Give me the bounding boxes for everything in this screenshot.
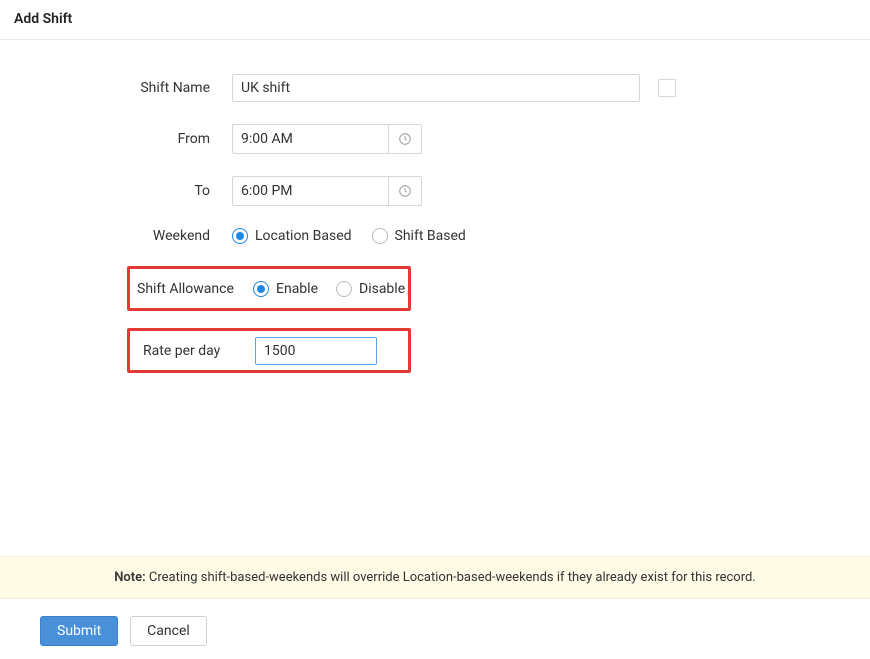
shift-allowance-highlight: Shift Allowance Enable Disable — [127, 266, 411, 311]
weekend-shift-radio[interactable]: Shift Based — [372, 228, 466, 244]
cancel-button[interactable]: Cancel — [130, 616, 207, 646]
rate-per-day-input[interactable] — [255, 337, 377, 365]
shift-name-label: Shift Name — [0, 80, 232, 96]
to-time-input[interactable] — [232, 176, 388, 206]
shift-allowance-disable-radio[interactable]: Disable — [336, 281, 405, 297]
note-text: Creating shift-based-weekends will overr… — [146, 570, 756, 585]
note-prefix: Note: — [114, 570, 145, 585]
add-shift-form: Shift Name From To — [0, 40, 870, 244]
to-time-group — [232, 176, 422, 206]
from-time-input[interactable] — [232, 124, 388, 154]
note-bar: Note: Creating shift-based-weekends will… — [0, 556, 870, 599]
weekend-shift-label: Shift Based — [395, 228, 466, 244]
from-label: From — [0, 131, 232, 147]
shift-allowance-label: Shift Allowance — [130, 281, 235, 297]
clock-icon — [398, 184, 412, 198]
footer-actions: Submit Cancel — [0, 616, 870, 646]
to-clock-button[interactable] — [388, 176, 422, 206]
radio-icon — [232, 228, 248, 244]
from-time-group — [232, 124, 422, 154]
to-label: To — [0, 183, 232, 199]
rate-per-day-label: Rate per day — [130, 343, 235, 359]
radio-icon — [253, 281, 269, 297]
to-row: To — [0, 176, 870, 206]
shift-name-checkbox[interactable] — [658, 79, 676, 97]
shift-allowance-radio-group: Enable Disable — [235, 281, 408, 297]
from-clock-button[interactable] — [388, 124, 422, 154]
page-title: Add Shift — [14, 11, 856, 27]
shift-allowance-disable-label: Disable — [359, 281, 405, 297]
clock-icon — [398, 132, 412, 146]
weekend-label: Weekend — [0, 228, 232, 244]
weekend-location-radio[interactable]: Location Based — [232, 228, 352, 244]
radio-icon — [336, 281, 352, 297]
shift-allowance-enable-label: Enable — [276, 281, 318, 297]
shift-allowance-enable-radio[interactable]: Enable — [253, 281, 318, 297]
radio-icon — [372, 228, 388, 244]
weekend-radio-group: Location Based Shift Based — [232, 228, 466, 244]
page-header: Add Shift — [0, 0, 870, 40]
weekend-location-label: Location Based — [255, 228, 352, 244]
weekend-row: Weekend Location Based Shift Based — [0, 228, 870, 244]
rate-per-day-highlight: Rate per day — [127, 328, 411, 373]
submit-button[interactable]: Submit — [40, 616, 118, 646]
from-row: From — [0, 124, 870, 154]
shift-name-row: Shift Name — [0, 74, 870, 102]
shift-name-input[interactable] — [232, 74, 640, 102]
